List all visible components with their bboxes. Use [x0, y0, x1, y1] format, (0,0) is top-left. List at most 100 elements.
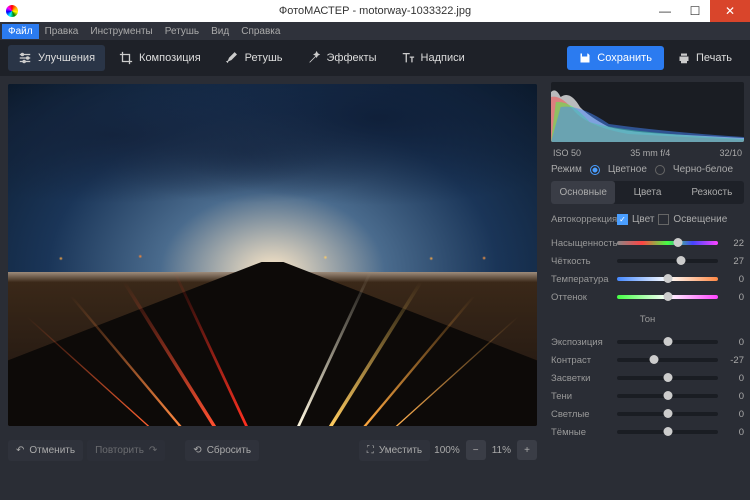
- undo-button[interactable]: ↶Отменить: [8, 440, 83, 461]
- undo-icon: ↶: [16, 445, 24, 456]
- check-color[interactable]: ✓: [617, 214, 628, 225]
- window-title: ФотоМАСТЕР - motorway-1033322.jpg: [279, 5, 471, 17]
- slider-track[interactable]: [617, 277, 718, 281]
- slider-thumb[interactable]: [663, 292, 672, 301]
- radio-bw[interactable]: [655, 165, 665, 175]
- slider-label: Контраст: [551, 355, 613, 366]
- close-button[interactable]: ✕: [710, 0, 750, 22]
- print-button[interactable]: Печать: [668, 46, 742, 70]
- side-panel: ISO 50 35 mm f/4 32/10 Режим Цветное Чер…: [545, 76, 750, 466]
- slider-value: 0: [722, 391, 744, 402]
- bottombar: ↶Отменить Повторить↷ ⟲Сбросить ⛶Уместить…: [0, 434, 545, 466]
- panel-tabs: Основные Цвета Резкость: [551, 181, 744, 204]
- slider-label: Засветки: [551, 373, 613, 384]
- slider-thumb[interactable]: [663, 274, 672, 283]
- slider-value: -27: [722, 355, 744, 366]
- menu-edit[interactable]: Правка: [39, 24, 85, 39]
- slider-value: 0: [722, 427, 744, 438]
- tab-enhancements[interactable]: Улучшения: [8, 45, 105, 71]
- print-icon: [678, 52, 690, 64]
- slider-label: Тёмные: [551, 427, 613, 438]
- slider-value: 22: [722, 238, 744, 249]
- slider-track[interactable]: [617, 412, 718, 416]
- slider-row: Контраст -27: [551, 351, 744, 369]
- reset-button[interactable]: ⟲Сбросить: [185, 440, 259, 461]
- image-canvas[interactable]: [8, 84, 537, 426]
- slider-label: Светлые: [551, 409, 613, 420]
- slider-label: Оттенок: [551, 292, 613, 303]
- menubar: Файл Правка Инструменты Ретушь Вид Справ…: [0, 22, 750, 40]
- slider-row: Тёмные 0: [551, 423, 744, 441]
- slider-thumb[interactable]: [663, 427, 672, 436]
- toolbar: Улучшения Композиция Ретушь Эффекты Надп…: [0, 40, 750, 76]
- slider-thumb[interactable]: [663, 337, 672, 346]
- slider-track[interactable]: [617, 340, 718, 344]
- slider-thumb[interactable]: [650, 355, 659, 364]
- check-light[interactable]: [658, 214, 669, 225]
- color-mode-row: Режим Цветное Черно-белое: [551, 164, 744, 175]
- maximize-button[interactable]: ☐: [680, 0, 710, 22]
- slider-track[interactable]: [617, 358, 718, 362]
- slider-row: Насыщенность 22: [551, 234, 744, 252]
- slider-track[interactable]: [617, 430, 718, 434]
- zoom-in-button[interactable]: +: [517, 440, 537, 460]
- tone-heading: Тон: [551, 314, 744, 325]
- slider-value: 0: [722, 292, 744, 303]
- zoom-100[interactable]: 100%: [434, 445, 460, 456]
- menu-retouch[interactable]: Ретушь: [159, 24, 205, 39]
- slider-thumb[interactable]: [663, 409, 672, 418]
- zoom-value: 11%: [492, 445, 511, 456]
- tab-effects[interactable]: Эффекты: [297, 45, 387, 71]
- brush-icon: [225, 51, 239, 65]
- slider-value: 0: [722, 409, 744, 420]
- slider-value: 0: [722, 274, 744, 285]
- slider-label: Насыщенность: [551, 238, 613, 249]
- slider-track[interactable]: [617, 394, 718, 398]
- slider-value: 27: [722, 256, 744, 267]
- slider-thumb[interactable]: [676, 256, 685, 265]
- menu-help[interactable]: Справка: [235, 24, 286, 39]
- redo-icon: ↷: [149, 445, 157, 456]
- ptab-sharpness[interactable]: Резкость: [680, 181, 744, 204]
- radio-color[interactable]: [590, 165, 600, 175]
- save-icon: [579, 52, 591, 64]
- histogram[interactable]: [551, 82, 744, 142]
- slider-label: Экспозиция: [551, 337, 613, 348]
- slider-track[interactable]: [617, 295, 718, 299]
- slider-thumb[interactable]: [663, 373, 672, 382]
- sliders-icon: [18, 51, 32, 65]
- tab-composition[interactable]: Композиция: [109, 45, 211, 71]
- fit-button[interactable]: ⛶Уместить: [359, 440, 430, 461]
- crop-icon: [119, 51, 133, 65]
- menu-file[interactable]: Файл: [2, 24, 39, 39]
- menu-view[interactable]: Вид: [205, 24, 235, 39]
- slider-track[interactable]: [617, 376, 718, 380]
- slider-label: Чёткость: [551, 256, 613, 267]
- slider-label: Температура: [551, 274, 613, 285]
- menu-tools[interactable]: Инструменты: [84, 24, 158, 39]
- slider-row: Чёткость 27: [551, 252, 744, 270]
- minimize-button[interactable]: —: [650, 0, 680, 22]
- slider-value: 0: [722, 373, 744, 384]
- slider-thumb[interactable]: [673, 238, 682, 247]
- slider-track[interactable]: [617, 241, 718, 245]
- zoom-out-button[interactable]: −: [466, 440, 486, 460]
- slider-thumb[interactable]: [663, 391, 672, 400]
- ptab-basic[interactable]: Основные: [551, 181, 615, 204]
- slider-track[interactable]: [617, 259, 718, 263]
- app-logo-icon: [6, 5, 18, 17]
- fit-icon: ⛶: [367, 445, 374, 456]
- reset-icon: ⟲: [193, 445, 201, 456]
- text-icon: [401, 51, 415, 65]
- slider-row: Температура 0: [551, 270, 744, 288]
- tab-retouch[interactable]: Ретушь: [215, 45, 293, 71]
- tab-text[interactable]: Надписи: [391, 45, 475, 71]
- save-button[interactable]: Сохранить: [567, 46, 664, 70]
- wand-icon: [307, 51, 321, 65]
- slider-row: Светлые 0: [551, 405, 744, 423]
- redo-button[interactable]: Повторить↷: [87, 440, 165, 461]
- ptab-colors[interactable]: Цвета: [615, 181, 679, 204]
- photo-metadata: ISO 50 35 mm f/4 32/10: [551, 148, 744, 158]
- slider-value: 0: [722, 337, 744, 348]
- autocorrect-row: Автокоррекция ✓Цвет Освещение: [551, 210, 744, 228]
